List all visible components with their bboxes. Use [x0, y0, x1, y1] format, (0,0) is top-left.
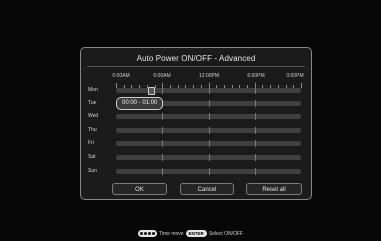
track-divider — [254, 154, 256, 161]
track-divider — [208, 87, 210, 94]
time-label-2: 12:00PM — [198, 73, 220, 79]
time-axis: 0:00AM 6:00AM 12:00PM 6:00PM 0:00PM — [81, 73, 311, 81]
track-divider — [254, 127, 256, 134]
track-divider — [254, 100, 256, 107]
auto-power-advanced-dialog: Auto Power ON/OFF - Advanced 0:00AM 6:00… — [80, 47, 312, 200]
track-divider — [208, 127, 210, 134]
track-divider — [208, 168, 210, 175]
track-divider — [208, 154, 210, 161]
track-divider — [254, 140, 256, 147]
time-cursor[interactable] — [148, 87, 155, 95]
dialog-title: Auto Power ON/OFF - Advanced — [136, 54, 256, 63]
title-divider — [87, 66, 305, 67]
day-label-wed: Wed — [88, 113, 99, 119]
time-label-4: 0:00PM — [286, 73, 304, 79]
track-wed[interactable] — [116, 113, 301, 120]
direction-keys-icon — [138, 230, 157, 237]
track-sun[interactable] — [116, 168, 301, 175]
day-label-thu: Thu — [88, 127, 97, 133]
track-divider — [162, 154, 164, 161]
day-label-fri: Fri — [88, 140, 94, 146]
day-row-sat[interactable]: Sat — [81, 153, 311, 162]
track-divider — [162, 140, 164, 147]
day-row-mon[interactable]: Mon — [81, 86, 311, 95]
time-label-0: 0:00AM — [112, 73, 130, 79]
day-row-fri[interactable]: Fri — [81, 139, 311, 148]
time-label-1: 6:00AM — [153, 73, 171, 79]
track-divider — [208, 140, 210, 147]
time-label-3: 6:00PM — [247, 73, 265, 79]
day-row-wed[interactable]: Wed — [81, 112, 311, 121]
control-hint-bar: Time move ENTER Select ON/OFF — [0, 230, 381, 237]
hint-move-text: Time move — [159, 230, 184, 237]
day-label-tue: Tue — [88, 100, 97, 106]
track-divider — [254, 87, 256, 94]
day-row-sun[interactable]: Sun — [81, 167, 311, 176]
day-label-sun: Sun — [88, 168, 97, 174]
day-label-mon: Mon — [88, 87, 98, 93]
enter-key-icon: ENTER — [185, 230, 207, 237]
track-sat[interactable] — [116, 154, 301, 161]
reset-all-button[interactable]: Reset all — [246, 183, 302, 195]
track-divider — [162, 113, 164, 120]
ok-button[interactable]: OK — [112, 183, 167, 195]
track-divider — [208, 113, 210, 120]
track-mon[interactable] — [116, 87, 301, 95]
cancel-button[interactable]: Cancel — [180, 183, 234, 195]
hint-select-text: Select ON/OFF — [208, 230, 243, 237]
track-fri[interactable] — [116, 140, 301, 147]
day-row-thu[interactable]: Thu — [81, 126, 311, 135]
track-divider — [254, 168, 256, 175]
track-divider — [162, 127, 164, 134]
track-divider — [162, 168, 164, 175]
screen: Auto Power ON/OFF - Advanced 0:00AM 6:00… — [0, 0, 381, 241]
day-label-sat: Sat — [88, 154, 96, 160]
track-divider — [208, 100, 210, 107]
time-selection-tooltip: 00:00 - 01:00 — [116, 97, 164, 110]
track-thu[interactable] — [116, 127, 301, 134]
track-divider — [162, 87, 164, 94]
track-divider — [254, 113, 256, 120]
